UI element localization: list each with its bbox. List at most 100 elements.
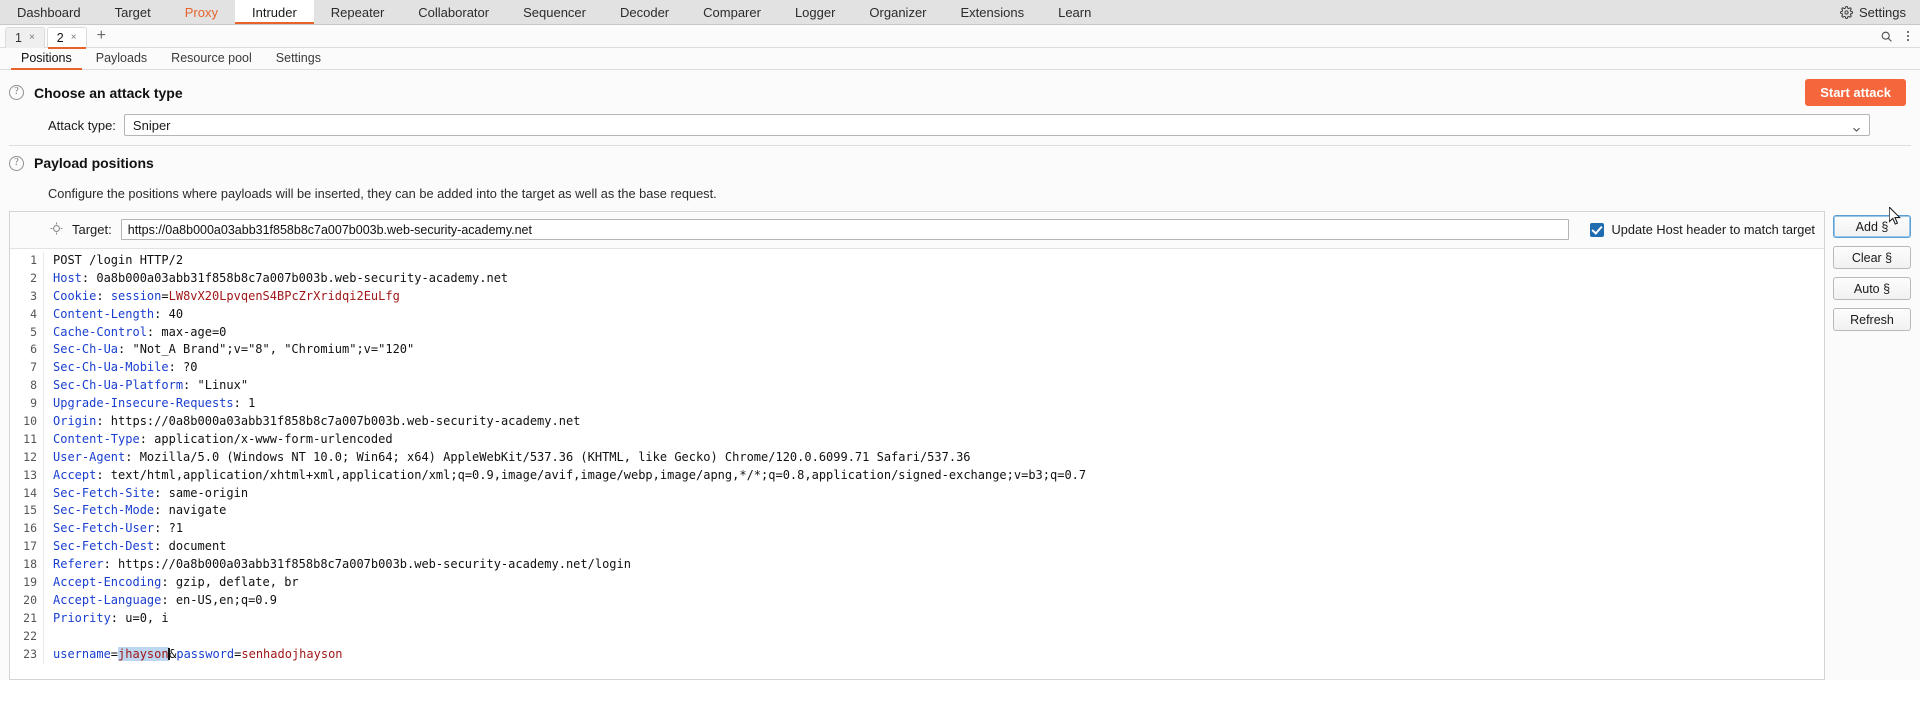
attack-tab-2[interactable]: 2 × [46, 26, 87, 49]
tab-resource-pool[interactable]: Resource pool [159, 51, 264, 69]
attack-tab-label: 1 [15, 30, 22, 45]
request-line: 20 Accept-Language: en-US,en;q=0.9 [10, 591, 1824, 610]
request-line: 15 Sec-Fetch-Mode: navigate [10, 502, 1824, 521]
menu-item-repeater[interactable]: Repeater [314, 0, 401, 24]
request-line: 23 username=jhayson&password=senhadojhays… [10, 645, 1824, 664]
line-number: 6 [10, 341, 44, 360]
menu-item-proxy[interactable]: Proxy [168, 0, 235, 24]
menu-item-intruder[interactable]: Intruder [234, 0, 314, 24]
menu-item-label: Decoder [620, 4, 670, 20]
line-number: 7 [10, 359, 44, 378]
main-menu-bar: Dashboard Target Proxy Intruder Repeater… [0, 0, 1920, 25]
gear-icon [1840, 5, 1853, 19]
close-icon[interactable]: × [71, 32, 77, 43]
menu-item-sequencer[interactable]: Sequencer [506, 0, 603, 24]
menu-item-logger[interactable]: Logger [778, 0, 852, 24]
menu-item-decoder[interactable]: Decoder [603, 0, 686, 24]
menu-item-label: Learn [1058, 4, 1092, 20]
request-line: 6 Sec-Ch-Ua: "Not_A Brand";v="8", "Chromi… [10, 341, 1824, 360]
start-attack-button[interactable]: Start attack [1805, 79, 1906, 106]
line-number: 12 [10, 448, 44, 467]
search-icon[interactable] [1880, 30, 1893, 43]
line-number: 20 [10, 591, 44, 610]
request-line-text: Accept-Language: en-US,en;q=0.9 [53, 592, 277, 607]
menu-item-target[interactable]: Target [98, 0, 168, 24]
target-input[interactable] [120, 219, 1569, 240]
target-row: Target: Update Host header to match targ… [10, 212, 1824, 249]
request-line-text: Sec-Fetch-User: ?1 [53, 521, 184, 536]
request-line-text: Accept-Encoding: gzip, deflate, br [53, 575, 299, 590]
line-number: 10 [10, 413, 44, 431]
request-line-text: Sec-Fetch-Site: same-origin [53, 485, 249, 500]
menu-item-organizer[interactable]: Organizer [852, 0, 943, 24]
menu-item-label: Intruder [251, 4, 297, 20]
new-attack-tab-button[interactable]: + [89, 28, 114, 44]
menu-item-label: Collaborator [418, 4, 490, 20]
request-line: 1 POST /login HTTP/2 [10, 252, 1824, 270]
request-line: 8 Sec-Ch-Ua-Platform: "Linux" [10, 377, 1824, 396]
request-line: 16 Sec-Fetch-User: ?1 [10, 520, 1824, 539]
question-mark-icon[interactable]: ? [9, 85, 24, 100]
request-line-text: Sec-Fetch-Mode: navigate [53, 503, 227, 518]
line-number: 3 [10, 287, 44, 306]
line-number: 17 [10, 538, 44, 557]
position-buttons-column: Add § Clear § Auto § Refresh [1833, 207, 1911, 680]
request-line-text: Upgrade-Insecure-Requests: 1 [53, 396, 256, 411]
add-section-button[interactable]: Add § [1833, 215, 1911, 238]
menu-item-learn[interactable]: Learn [1041, 0, 1108, 24]
request-line-text: Sec-Ch-Ua-Mobile: ?0 [53, 360, 198, 375]
target-label: Target: [72, 222, 112, 237]
request-line: 18 Referer: https://0a8b000a03abb31f858b8… [10, 556, 1824, 575]
auto-section-button[interactable]: Auto § [1833, 277, 1911, 300]
request-line: 14 Sec-Fetch-Site: same-origin [10, 484, 1824, 503]
attack-tab-1[interactable]: 1 × [5, 26, 45, 48]
request-line-text: Content-Length: 40 [53, 306, 184, 321]
payload-positions-header: ? Payload positions [0, 146, 1920, 179]
clear-section-button[interactable]: Clear § [1833, 246, 1911, 269]
update-host-header-checkbox[interactable] [1589, 222, 1604, 237]
target-crosshair-icon [50, 221, 63, 238]
line-number: 21 [10, 609, 44, 628]
payload-positions-description: Configure the positions where payloads w… [48, 186, 717, 201]
payload-positions-title: Payload positions [34, 155, 154, 171]
tab-payloads[interactable]: Payloads [84, 51, 159, 69]
line-number: 22 [10, 627, 44, 646]
menu-item-collaborator[interactable]: Collaborator [401, 0, 506, 24]
request-line-text: Accept: text/html,application/xhtml+xml,… [53, 467, 1087, 482]
menu-item-extensions[interactable]: Extensions [944, 0, 1042, 24]
request-line-text: Sec-Fetch-Dest: document [53, 539, 227, 554]
attack-tab-bar: 1 × 2 × + [0, 25, 1920, 49]
menu-item-label: Proxy [184, 4, 218, 20]
request-line: 4 Content-Length: 40 [10, 305, 1824, 324]
line-number: 8 [10, 377, 44, 396]
request-line-text: username=jhayson&password=senhadojhayson [53, 646, 343, 661]
settings-button[interactable]: Settings [1832, 0, 1920, 24]
request-line: 21 Priority: u=0, i [10, 609, 1824, 628]
tab-settings[interactable]: Settings [264, 51, 333, 69]
line-number: 14 [10, 484, 44, 503]
menu-item-dashboard[interactable]: Dashboard [0, 0, 98, 24]
close-icon[interactable]: × [29, 32, 35, 43]
request-line-text: Host: 0a8b000a03abb31f858b8c7a007b003b.w… [53, 270, 509, 285]
settings-label: Settings [1859, 4, 1906, 20]
request-line: 9 Upgrade-Insecure-Requests: 1 [10, 395, 1824, 414]
intruder-subtab-bar: Positions Payloads Resource pool Setting… [0, 48, 1920, 70]
menu-item-label: Comparer [703, 4, 761, 20]
request-line-text: POST /login HTTP/2 [53, 253, 184, 267]
refresh-button[interactable]: Refresh [1833, 308, 1911, 331]
question-mark-icon[interactable]: ? [9, 155, 24, 171]
update-host-header-checkbox-row[interactable]: Update Host header to match target [1578, 222, 1815, 237]
menu-item-label: Repeater [330, 4, 385, 20]
line-number: 15 [10, 502, 44, 521]
attack-type-select[interactable]: Sniper [123, 114, 1870, 136]
tab-positions[interactable]: Positions [9, 51, 84, 70]
line-number: 16 [10, 520, 44, 539]
kebab-menu-icon[interactable] [1907, 31, 1909, 41]
request-line: 3 Cookie: session=LW8vX20LpvqenS4BPcZrXri… [10, 287, 1824, 306]
request-code-editor[interactable]: 1 POST /login HTTP/2 2 Host: 0a8b000a03abb3… [10, 249, 1824, 679]
attack-type-label: Attack type: [48, 117, 116, 133]
request-line: 2 Host: 0a8b000a03abb31f858b8c7a007b003b.… [10, 269, 1824, 288]
request-line-text: User-Agent: Mozilla/5.0 (Windows NT 10.0… [53, 449, 971, 464]
menu-item-comparer[interactable]: Comparer [686, 0, 778, 24]
line-number: 1 [10, 252, 44, 270]
